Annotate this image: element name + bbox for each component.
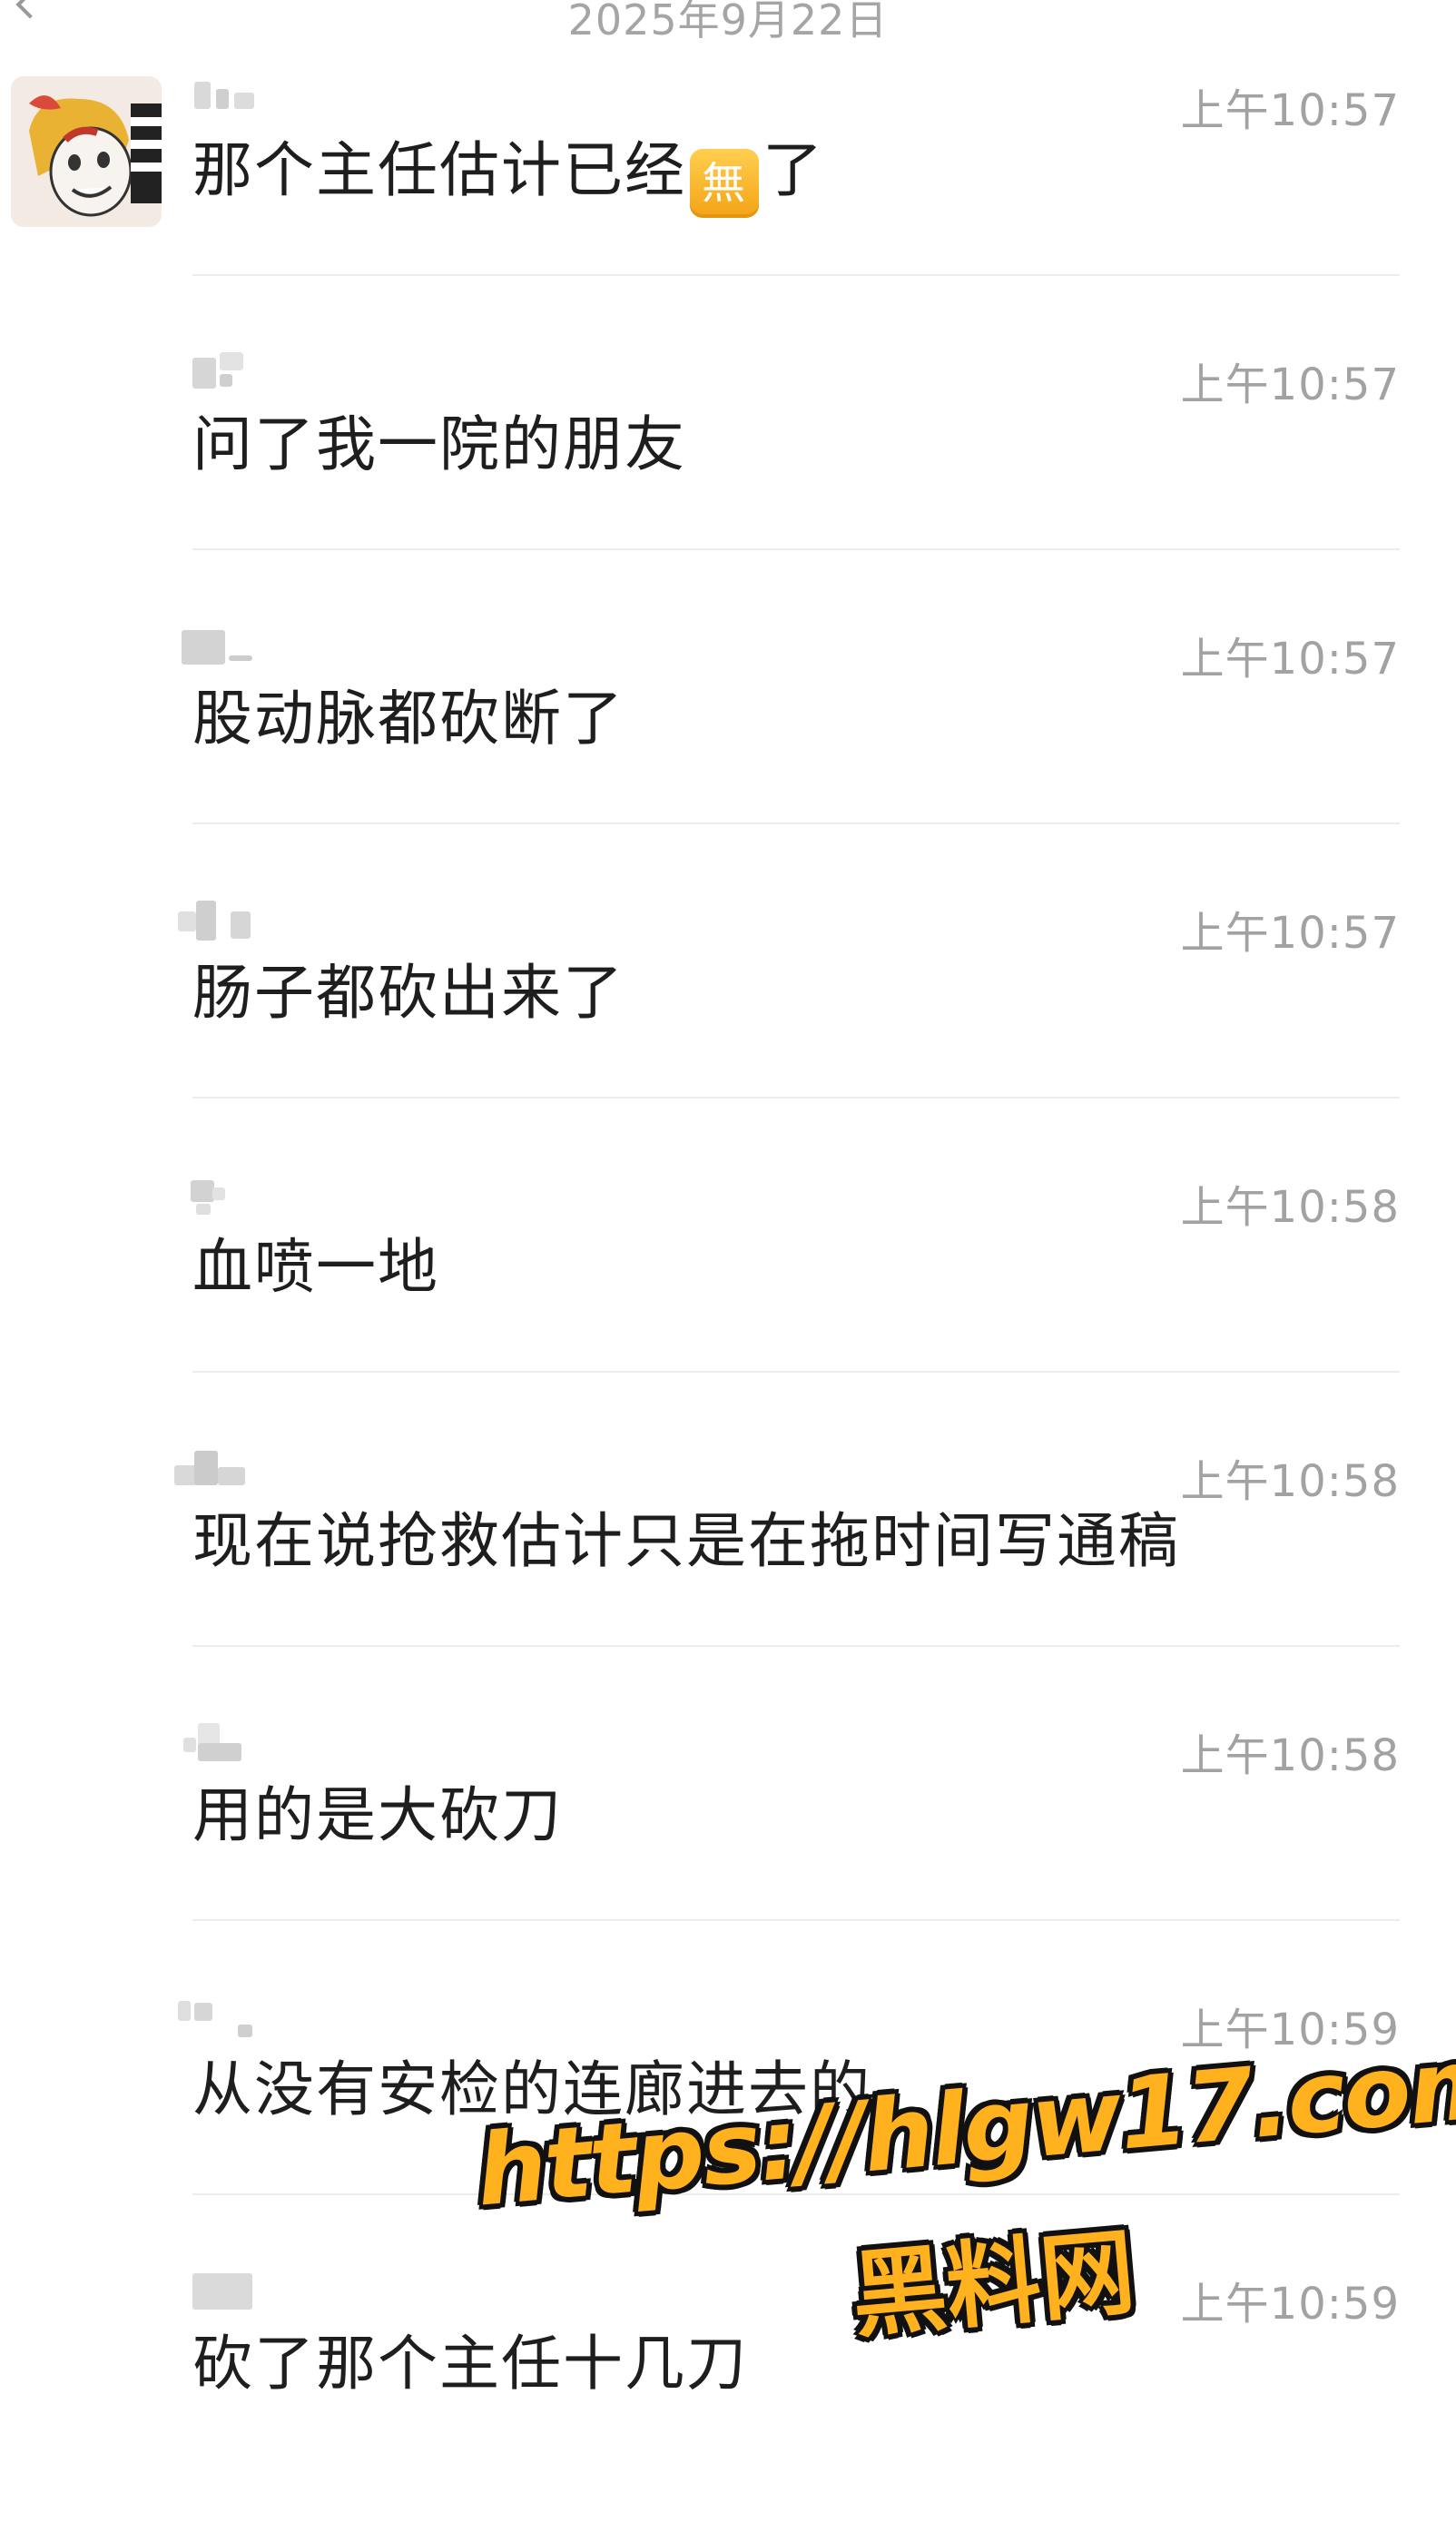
sender-avatar[interactable] <box>11 76 162 227</box>
chat-message: 上午10:57 股动脉都砍断了 <box>0 623 1456 897</box>
message-text-part: 了 <box>762 135 824 205</box>
chat-message: 上午10:58 用的是大砍刀 <box>0 1719 1456 1994</box>
date-header: 2025年9月22日 <box>567 0 889 44</box>
sender-name-blurred <box>191 74 263 114</box>
message-time: 上午10:59 <box>1180 2279 1400 2330</box>
message-time: 上午10:58 <box>1180 1456 1400 1507</box>
message-divider <box>192 823 1400 824</box>
sender-name-blurred <box>178 1994 263 2037</box>
sender-name-blurred <box>191 349 263 389</box>
message-time: 上午10:57 <box>1180 634 1400 685</box>
message-divider <box>192 1097 1400 1099</box>
message-time: 上午10:58 <box>1180 1730 1400 1781</box>
sender-name-blurred <box>182 623 263 665</box>
sender-name-blurred <box>191 1171 263 1215</box>
message-time: 上午10:58 <box>1180 1182 1400 1233</box>
chat-message: 上午10:59 从没有安检的连廊进去的 <box>0 1994 1456 2268</box>
sender-name-blurred <box>183 1719 263 1761</box>
message-time: 上午10:57 <box>1180 85 1400 136</box>
chat-message: 上午10:59 砍了那个主任十几刀 <box>0 2268 1456 2542</box>
chat-message: 上午10:58 血喷一地 <box>0 1171 1456 1445</box>
chat-message: 上午10:57 肠子都砍出来了 <box>0 897 1456 1171</box>
sender-name-blurred <box>174 1445 263 1485</box>
message-text[interactable]: 血喷一地 <box>192 1229 439 1305</box>
chat-message: 上午10:57 那个主任估计已经無了 <box>0 74 1456 349</box>
message-divider <box>192 1371 1400 1373</box>
cartoon-avatar-icon <box>11 76 162 227</box>
message-text[interactable]: 现在说抢救估计只是在拖时间写通稿 <box>192 1503 1180 1580</box>
message-text-part: 那个主任估计已经 <box>192 135 686 205</box>
chat-message: 上午10:58 现在说抢救估计只是在拖时间写通稿 <box>0 1445 1456 1719</box>
message-divider <box>192 274 1400 276</box>
wu-emoji-icon: 無 <box>690 149 759 218</box>
message-text[interactable]: 从没有安检的连廊进去的 <box>192 2052 871 2128</box>
message-text[interactable]: 砍了那个主任十几刀 <box>192 2326 748 2402</box>
message-text[interactable]: 肠子都砍出来了 <box>192 955 625 1031</box>
message-text[interactable]: 那个主任估计已经無了 <box>192 133 824 218</box>
message-divider <box>192 1919 1400 1921</box>
message-text[interactable]: 股动脉都砍断了 <box>192 681 625 757</box>
chat-message: 上午10:57 问了我一院的朋友 <box>0 349 1456 623</box>
message-divider <box>192 548 1400 550</box>
sender-name-blurred <box>191 2268 263 2310</box>
message-text[interactable]: 问了我一院的朋友 <box>192 407 686 483</box>
sender-name-blurred <box>178 897 263 941</box>
message-divider <box>192 2193 1400 2195</box>
message-time: 上午10:57 <box>1180 908 1400 959</box>
message-time: 上午10:59 <box>1180 2005 1400 2055</box>
message-time: 上午10:57 <box>1180 360 1400 410</box>
message-divider <box>192 1645 1400 1647</box>
message-text[interactable]: 用的是大砍刀 <box>192 1778 563 1854</box>
